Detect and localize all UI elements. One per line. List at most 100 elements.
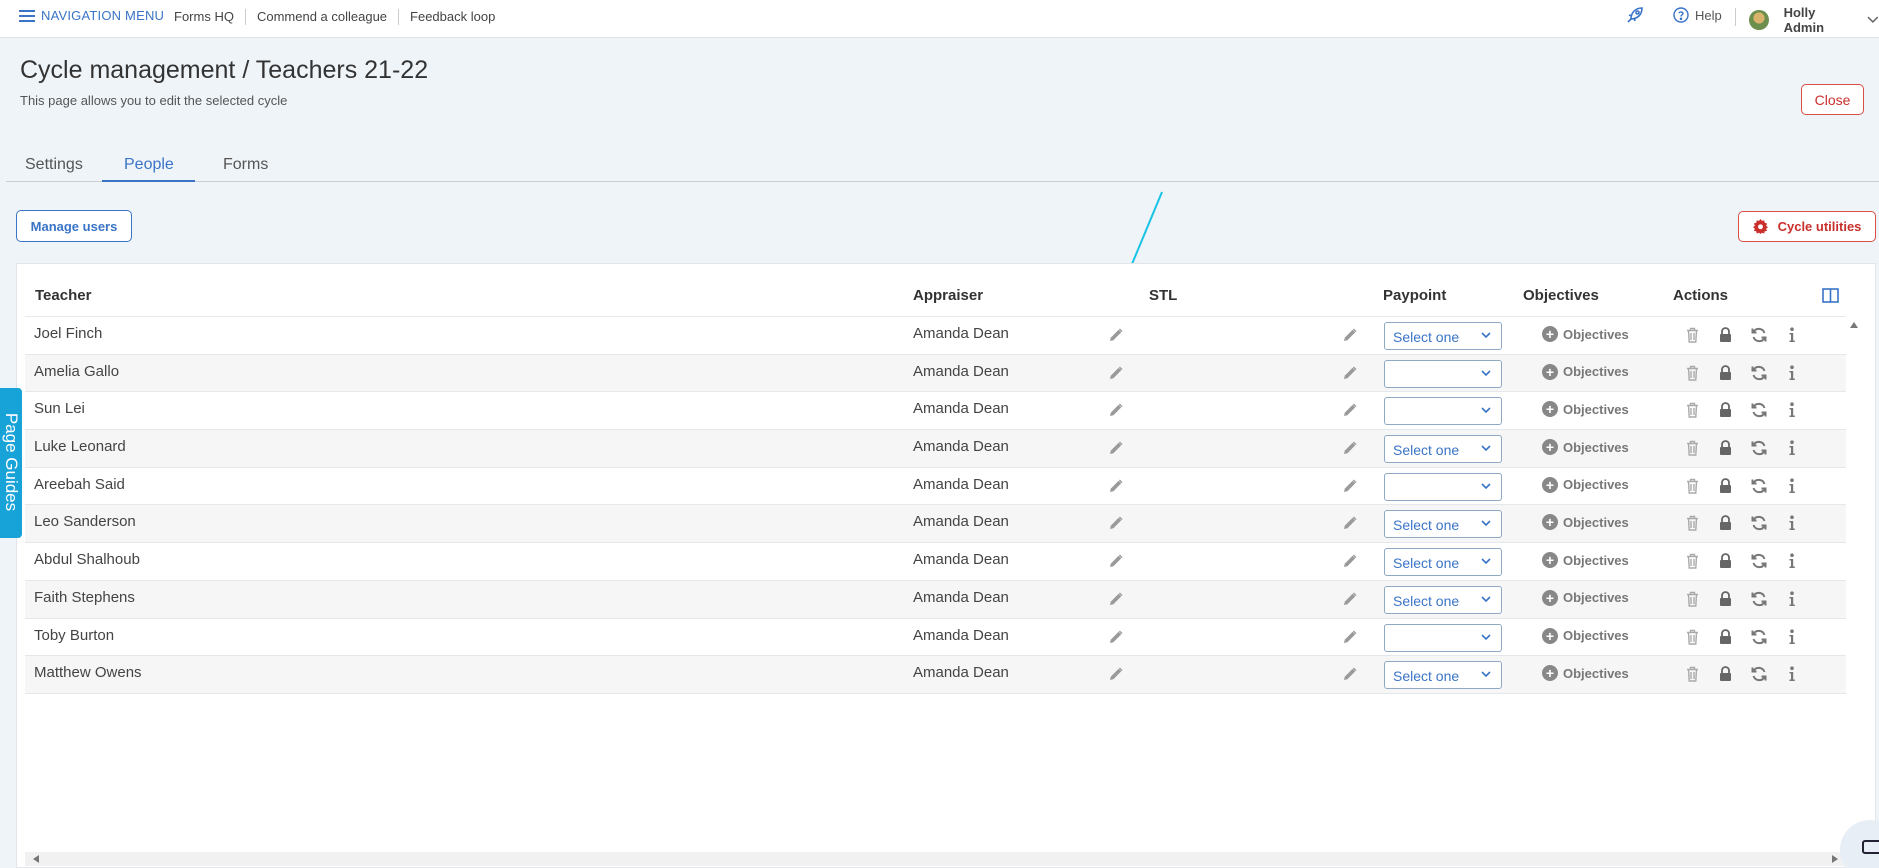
sync-button[interactable] xyxy=(1751,629,1767,645)
sync-button[interactable] xyxy=(1751,402,1767,418)
sync-button[interactable] xyxy=(1751,553,1767,569)
info-button[interactable] xyxy=(1788,440,1796,456)
lock-button[interactable] xyxy=(1719,477,1732,493)
edit-stl-button[interactable] xyxy=(1343,516,1357,530)
edit-stl-button[interactable] xyxy=(1343,554,1357,568)
delete-button[interactable] xyxy=(1686,515,1699,532)
sync-button[interactable] xyxy=(1751,478,1767,494)
lock-button[interactable] xyxy=(1719,666,1732,682)
lock-button[interactable] xyxy=(1719,364,1732,380)
edit-appraiser-button[interactable] xyxy=(1109,479,1123,493)
tab-people[interactable]: People xyxy=(124,156,174,174)
edit-appraiser-button[interactable] xyxy=(1109,667,1123,681)
delete-button[interactable] xyxy=(1686,402,1699,419)
paypoint-select[interactable] xyxy=(1384,397,1502,426)
edit-appraiser-button[interactable] xyxy=(1109,403,1123,417)
paypoint-select[interactable] xyxy=(1384,472,1502,501)
paypoint-select[interactable] xyxy=(1384,359,1502,388)
column-header-actions[interactable]: Actions xyxy=(1673,287,1728,304)
paypoint-select[interactable]: Select one xyxy=(1384,661,1502,690)
edit-stl-button[interactable] xyxy=(1343,479,1357,493)
info-button[interactable] xyxy=(1788,402,1796,418)
info-button[interactable] xyxy=(1788,591,1796,607)
vertical-scrollbar[interactable] xyxy=(1846,316,1860,846)
manage-users-button[interactable]: Manage users xyxy=(16,210,132,242)
info-button[interactable] xyxy=(1788,515,1796,531)
edit-stl-button[interactable] xyxy=(1343,366,1357,380)
sync-button[interactable] xyxy=(1751,440,1767,456)
paypoint-select[interactable]: Select one xyxy=(1384,585,1502,614)
info-button[interactable] xyxy=(1788,628,1796,645)
add-objectives-button[interactable]: + Objectives xyxy=(1542,401,1629,418)
tab-settings[interactable]: Settings xyxy=(25,156,83,174)
info-button[interactable] xyxy=(1788,327,1796,343)
add-objectives-button[interactable]: + Objectives xyxy=(1542,589,1629,606)
sync-button[interactable] xyxy=(1751,515,1767,531)
scroll-left-arrow[interactable] xyxy=(33,855,39,863)
paypoint-select[interactable]: Select one xyxy=(1384,548,1502,577)
lock-button[interactable] xyxy=(1719,515,1732,531)
add-objectives-button[interactable]: + Objectives xyxy=(1542,665,1629,682)
delete-button[interactable] xyxy=(1686,327,1699,343)
add-objectives-button[interactable]: + Objectives xyxy=(1542,326,1629,342)
edit-stl-button[interactable] xyxy=(1343,328,1357,342)
info-button[interactable] xyxy=(1788,365,1796,381)
column-header-stl[interactable]: STL xyxy=(1149,287,1177,304)
delete-button[interactable] xyxy=(1686,553,1699,569)
edit-appraiser-button[interactable] xyxy=(1109,366,1123,380)
edit-appraiser-button[interactable] xyxy=(1109,554,1123,568)
column-header-appraiser[interactable]: Appraiser xyxy=(913,287,983,304)
lock-button[interactable] xyxy=(1719,440,1732,456)
column-header-objectives[interactable]: Objectives xyxy=(1523,287,1599,304)
sync-button[interactable] xyxy=(1751,666,1767,682)
info-button[interactable] xyxy=(1788,666,1796,682)
delete-button[interactable] xyxy=(1686,629,1699,645)
rocket-button[interactable] xyxy=(1625,5,1645,25)
horizontal-scrollbar[interactable] xyxy=(25,852,1846,866)
paypoint-select[interactable]: Select one xyxy=(1384,510,1502,539)
help-button[interactable]: Help xyxy=(1673,7,1722,23)
edit-stl-button[interactable] xyxy=(1343,630,1357,644)
add-objectives-button[interactable]: + Objectives xyxy=(1542,439,1629,456)
link-commend-colleague[interactable]: Commend a colleague xyxy=(244,9,398,25)
info-button[interactable] xyxy=(1788,553,1796,569)
column-header-paypoint[interactable]: Paypoint xyxy=(1383,287,1446,304)
cycle-utilities-button[interactable]: Cycle utilities xyxy=(1738,211,1876,242)
navigation-menu-button[interactable]: NAVIGATION MENU xyxy=(19,8,164,23)
column-toggle-button[interactable] xyxy=(1822,288,1839,303)
edit-appraiser-button[interactable] xyxy=(1109,516,1123,530)
tab-forms[interactable]: Forms xyxy=(223,156,268,174)
edit-stl-button[interactable] xyxy=(1343,441,1357,455)
delete-button[interactable] xyxy=(1686,440,1699,456)
sync-button[interactable] xyxy=(1751,591,1767,607)
add-objectives-button[interactable]: + Objectives xyxy=(1542,363,1629,380)
edit-appraiser-button[interactable] xyxy=(1109,441,1123,455)
delete-button[interactable] xyxy=(1686,365,1699,381)
edit-appraiser-button[interactable] xyxy=(1109,630,1123,644)
sync-button[interactable] xyxy=(1751,365,1767,381)
lock-button[interactable] xyxy=(1719,628,1732,644)
scroll-right-arrow[interactable] xyxy=(1832,855,1838,863)
info-button[interactable] xyxy=(1788,478,1796,494)
edit-appraiser-button[interactable] xyxy=(1109,592,1123,606)
edit-stl-button[interactable] xyxy=(1343,592,1357,606)
add-objectives-button[interactable]: + Objectives xyxy=(1542,514,1629,531)
link-feedback-loop[interactable]: Feedback loop xyxy=(398,9,506,25)
edit-stl-button[interactable] xyxy=(1343,667,1357,681)
scroll-up-arrow[interactable] xyxy=(1850,322,1858,328)
add-objectives-button[interactable]: + Objectives xyxy=(1542,552,1629,569)
delete-button[interactable] xyxy=(1686,478,1699,494)
lock-button[interactable] xyxy=(1719,590,1732,606)
paypoint-select[interactable]: Select one xyxy=(1384,322,1502,350)
lock-button[interactable] xyxy=(1719,553,1732,569)
page-guides-tab[interactable]: Page Guides xyxy=(0,388,22,538)
delete-button[interactable] xyxy=(1686,666,1699,682)
lock-button[interactable] xyxy=(1719,327,1732,342)
edit-appraiser-button[interactable] xyxy=(1109,328,1123,342)
user-menu[interactable]: Holly Admin xyxy=(1749,5,1879,35)
column-header-teacher[interactable]: Teacher xyxy=(35,287,91,304)
sync-button[interactable] xyxy=(1751,327,1767,343)
paypoint-select[interactable]: Select one xyxy=(1384,435,1502,464)
close-button[interactable]: Close xyxy=(1801,84,1864,115)
add-objectives-button[interactable]: + Objectives xyxy=(1542,476,1629,493)
